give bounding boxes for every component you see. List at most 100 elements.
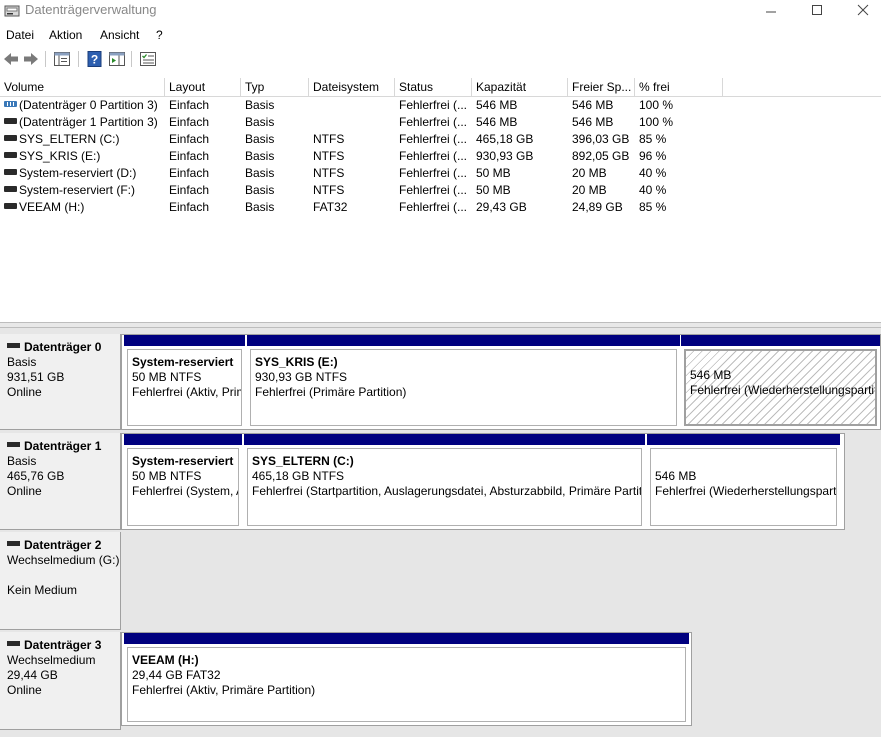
table-row[interactable]: SYS_KRIS (E:) Einfach Basis NTFS Fehlerfrei … bbox=[0, 148, 881, 165]
cell-pct: 85 % bbox=[639, 200, 667, 214]
column-header-status[interactable]: Status bbox=[395, 78, 472, 97]
cell-frei: 546 MB bbox=[572, 98, 614, 112]
partition-bar bbox=[244, 434, 645, 445]
disk-state: Kein Medium bbox=[7, 583, 78, 597]
cell-typ: Basis bbox=[245, 200, 275, 214]
partition-size: 546 MB bbox=[690, 368, 732, 382]
menu-bar: Datei Aktion Ansicht ? bbox=[0, 24, 881, 46]
disk-label[interactable]: Datenträger 0 Basis 931,51 GB Online bbox=[0, 334, 121, 430]
volume-name: (Datenträger 1 Partition 3) bbox=[19, 115, 158, 129]
column-header-prozent-frei[interactable]: % frei bbox=[635, 78, 723, 97]
cell-volume: System-reserviert (D:) bbox=[0, 165, 165, 182]
table-row[interactable]: VEEAM (H:) Einfach Basis FAT32 Fehlerfrei (.… bbox=[0, 199, 881, 216]
volume-name: (Datenträger 0 Partition 3) bbox=[19, 98, 158, 112]
cell-status: Fehlerfrei (... bbox=[399, 115, 468, 129]
column-header-layout[interactable]: Layout bbox=[165, 78, 241, 97]
disk-icon bbox=[7, 343, 20, 348]
maximize-button[interactable] bbox=[794, 0, 840, 24]
partition-name: System-reserviert bbox=[132, 454, 234, 468]
partition-size: 465,18 GB NTFS bbox=[252, 469, 345, 483]
cell-layout: Einfach bbox=[169, 149, 210, 163]
partition[interactable]: 546 MB Fehlerfrei (Wiederherstellungspar… bbox=[647, 434, 840, 529]
cell-kap: 465,18 GB bbox=[476, 132, 534, 146]
cell-frei: 396,03 GB bbox=[572, 132, 630, 146]
cell-layout: Einfach bbox=[169, 115, 210, 129]
cell-volume: (Datenträger 0 Partition 3) bbox=[0, 97, 165, 114]
partition-size: 930,93 GB NTFS bbox=[255, 370, 348, 384]
help-icon[interactable]: ? bbox=[86, 50, 104, 68]
cell-fs: NTFS bbox=[313, 132, 345, 146]
disk-name: Datenträger 2 bbox=[24, 538, 102, 552]
cell-typ: Basis bbox=[245, 132, 275, 146]
partition-status: Fehlerfrei (Aktiv, Primäre Partition) bbox=[132, 683, 316, 697]
partition-name: System-reserviert bbox=[132, 355, 234, 369]
partition-name: VEEAM (H:) bbox=[132, 653, 199, 667]
minimize-button[interactable] bbox=[748, 0, 794, 24]
table-row[interactable]: (Datenträger 1 Partition 3) Einfach Basis F… bbox=[0, 114, 881, 131]
cell-layout: Einfach bbox=[169, 132, 210, 146]
cell-frei: 20 MB bbox=[572, 166, 607, 180]
column-header-freier-speicher[interactable]: Freier Sp... bbox=[568, 78, 635, 97]
partition-size: 29,44 GB FAT32 bbox=[132, 668, 221, 682]
disk-name: Datenträger 1 bbox=[24, 439, 102, 453]
show-action-pane-icon[interactable] bbox=[108, 50, 126, 68]
menu-ansicht[interactable]: Ansicht bbox=[100, 28, 139, 42]
disk-type: Wechselmedium bbox=[7, 653, 96, 667]
cell-status: Fehlerfrei (... bbox=[399, 149, 468, 163]
table-row[interactable]: SYS_ELTERN (C:) Einfach Basis NTFS Fehlerfre… bbox=[0, 131, 881, 148]
cell-kap: 546 MB bbox=[476, 115, 518, 129]
partition[interactable]: System-reserviert 50 MB NTFS Fehlerfrei … bbox=[124, 434, 242, 529]
partition[interactable]: 546 MB Fehlerfrei (Wiederherstellungspar… bbox=[681, 335, 880, 429]
partition[interactable]: SYS_ELTERN (C:) 465,18 GB NTFS Fehlerfre… bbox=[244, 434, 645, 529]
cell-kap: 29,43 GB bbox=[476, 200, 527, 214]
disk-size: 465,76 GB bbox=[7, 469, 65, 483]
partition-status: Fehlerfrei (Wiederherstellungspartition) bbox=[655, 484, 837, 498]
partition[interactable]: VEEAM (H:) 29,44 GB FAT32 Fehlerfrei (Ak… bbox=[124, 633, 689, 725]
partition-bar bbox=[124, 434, 242, 445]
disk-row: Datenträger 1 Basis 465,76 GB Online Sys… bbox=[0, 433, 881, 530]
cell-volume: SYS_KRIS (E:) bbox=[0, 148, 165, 165]
disk-type: Basis bbox=[7, 355, 37, 369]
console-tree-icon[interactable] bbox=[53, 50, 71, 68]
menu-aktion[interactable]: Aktion bbox=[49, 28, 82, 42]
cell-fs: NTFS bbox=[313, 149, 345, 163]
column-header-kapazitaet[interactable]: Kapazität bbox=[472, 78, 568, 97]
column-header-volume[interactable]: Volume bbox=[0, 78, 165, 97]
svg-text:?: ? bbox=[91, 53, 98, 67]
disk-label[interactable]: Datenträger 2 Wechselmedium (G:) Kein Me… bbox=[0, 532, 121, 630]
cell-kap: 546 MB bbox=[476, 98, 518, 112]
cell-status: Fehlerfrei (... bbox=[399, 183, 468, 197]
menu-help[interactable]: ? bbox=[156, 28, 163, 42]
volume-name: SYS_KRIS (E:) bbox=[19, 149, 101, 163]
partition[interactable]: SYS_KRIS (E:) 930,93 GB NTFS Fehlerfrei … bbox=[247, 335, 680, 429]
forward-arrow-icon[interactable] bbox=[22, 50, 40, 68]
disk-name: Datenträger 3 bbox=[24, 638, 102, 652]
table-row[interactable]: System-reserviert (F:) Einfach Basis NTFS Fe… bbox=[0, 182, 881, 199]
disk-label[interactable]: Datenträger 3 Wechselmedium 29,44 GB Onl… bbox=[0, 632, 121, 730]
column-header-dateisystem[interactable]: Dateisystem bbox=[309, 78, 395, 97]
disk-label[interactable]: Datenträger 1 Basis 465,76 GB Online bbox=[0, 433, 121, 530]
cell-pct: 40 % bbox=[639, 183, 667, 197]
table-row[interactable]: System-reserviert (D:) Einfach Basis NTFS Fe… bbox=[0, 165, 881, 182]
table-row[interactable]: (Datenträger 0 Partition 3) Einfach Basis F… bbox=[0, 97, 881, 114]
partition-status: Fehlerfrei (Primäre Partition) bbox=[255, 385, 407, 399]
menu-datei[interactable]: Datei bbox=[6, 28, 34, 42]
toolbar: ? bbox=[0, 48, 881, 72]
cell-kap: 930,93 GB bbox=[476, 149, 534, 163]
cell-typ: Basis bbox=[245, 183, 275, 197]
cell-layout: Einfach bbox=[169, 166, 210, 180]
back-arrow-icon[interactable] bbox=[2, 50, 20, 68]
disk-size: 29,44 GB bbox=[7, 668, 58, 682]
cell-volume: VEEAM (H:) bbox=[0, 199, 165, 216]
list-header: Volume Layout Typ Dateisystem Status Kap… bbox=[0, 78, 881, 97]
cell-status: Fehlerfrei (... bbox=[399, 166, 468, 180]
partition[interactable]: System-reserviert 50 MB NTFS Fehlerfrei … bbox=[124, 335, 245, 429]
column-header-typ[interactable]: Typ bbox=[241, 78, 309, 97]
disk-icon bbox=[7, 442, 20, 447]
close-button[interactable] bbox=[840, 0, 881, 24]
properties-icon[interactable] bbox=[139, 50, 157, 68]
partition-size: 546 MB bbox=[655, 469, 697, 483]
partition-name: SYS_KRIS (E:) bbox=[255, 355, 338, 369]
cell-volume: SYS_ELTERN (C:) bbox=[0, 131, 165, 148]
cell-frei: 20 MB bbox=[572, 183, 607, 197]
